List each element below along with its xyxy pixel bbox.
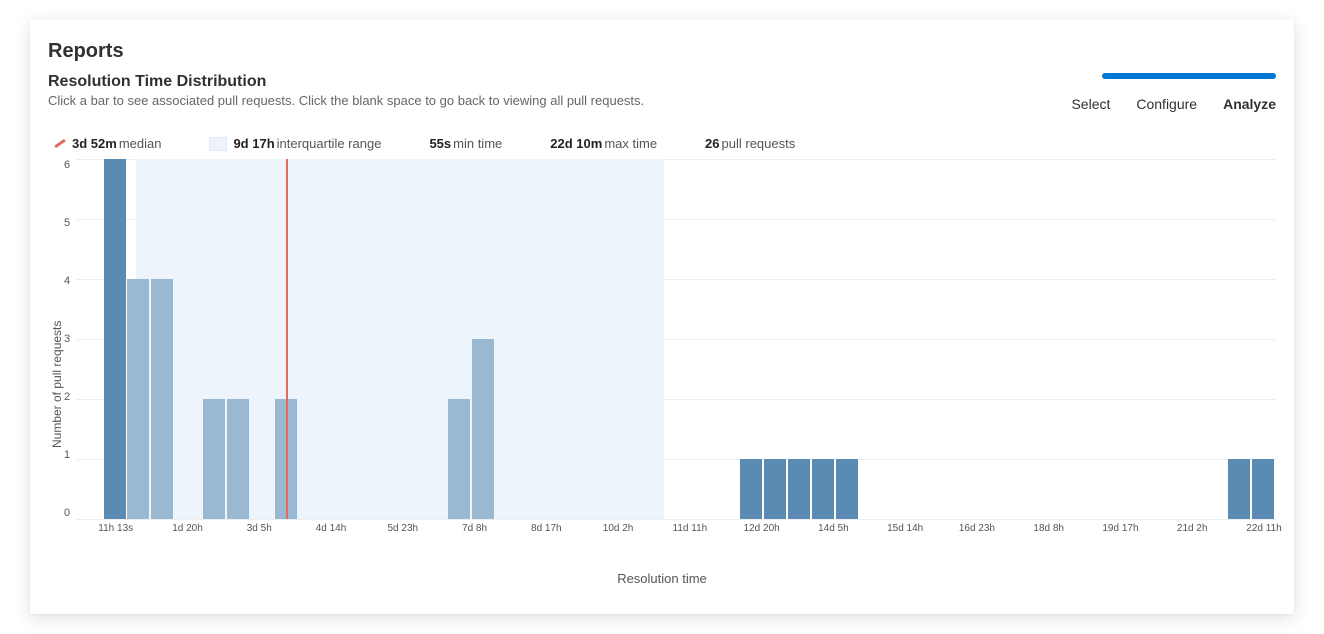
median-line	[286, 159, 288, 519]
stat-median-value: 3d 52m	[72, 136, 117, 151]
chart-bar[interactable]	[1252, 459, 1274, 519]
grid-line	[76, 519, 1276, 520]
y-tick: 4	[64, 275, 70, 287]
chart-bar[interactable]	[740, 459, 762, 519]
y-tick: 3	[64, 333, 70, 345]
x-tick: 21d 2h	[1177, 523, 1208, 534]
stat-max: 22d 10mmax time	[550, 136, 657, 151]
stat-min-value: 55s	[429, 136, 451, 151]
tab-area: Select Configure Analyze	[1071, 73, 1276, 112]
tabs: Select Configure Analyze	[1071, 96, 1276, 112]
x-axis: 11h 13s 1d 20h 3d 5h 4d 14h 5d 23h 7d 8h 8d 17…	[76, 523, 1276, 543]
x-tick: 4d 14h	[316, 523, 347, 534]
stat-max-label: max time	[604, 136, 657, 151]
y-tick: 0	[64, 507, 70, 519]
x-tick: 10d 2h	[603, 523, 634, 534]
x-tick: 5d 23h	[387, 523, 418, 534]
y-tick: 6	[64, 159, 70, 171]
x-tick: 8d 17h	[531, 523, 562, 534]
x-tick: 19d 17h	[1102, 523, 1138, 534]
tab-configure[interactable]: Configure	[1136, 96, 1197, 112]
tab-select[interactable]: Select	[1071, 96, 1110, 112]
progress-bar	[1102, 73, 1276, 79]
x-tick: 18d 8h	[1033, 523, 1064, 534]
x-tick: 1d 20h	[172, 523, 203, 534]
stat-count: 26pull requests	[705, 136, 795, 151]
section-title: Resolution Time Distribution	[48, 73, 644, 91]
stat-count-value: 26	[705, 136, 719, 151]
stat-count-label: pull requests	[722, 136, 796, 151]
page-title: Reports	[48, 40, 1276, 63]
stats-row: 3d 52mmedian 9d 17hinterquartile range 5…	[54, 136, 1276, 151]
chart-bar[interactable]	[764, 459, 786, 519]
x-tick: 12d 20h	[744, 523, 780, 534]
y-tick: 1	[64, 449, 70, 461]
y-axis-label: Number of pull requests	[48, 159, 64, 569]
x-tick: 3d 5h	[247, 523, 272, 534]
plot-inner	[76, 159, 1276, 519]
median-swatch-icon	[54, 139, 66, 148]
chart-bar[interactable]	[788, 459, 810, 519]
header-row: Resolution Time Distribution Click a bar…	[48, 73, 1276, 112]
chart-bar[interactable]	[104, 159, 126, 519]
x-tick: 11h 13s	[98, 523, 133, 534]
chart-bar[interactable]	[448, 399, 470, 519]
chart-bar[interactable]	[812, 459, 834, 519]
y-axis: 6 5 4 3 2 1 0	[64, 159, 76, 547]
x-axis-label: Resolution time	[48, 571, 1276, 586]
report-card: Reports Resolution Time Distribution Cli…	[30, 20, 1294, 614]
iqr-swatch-icon	[209, 137, 227, 151]
chart-bar[interactable]	[227, 399, 249, 519]
x-tick: 22d 11h	[1246, 523, 1281, 534]
tab-analyze[interactable]: Analyze	[1223, 96, 1276, 112]
stat-median-label: median	[119, 136, 162, 151]
chart-bar[interactable]	[836, 459, 858, 519]
x-tick: 16d 23h	[959, 523, 995, 534]
stat-iqr-value: 9d 17h	[233, 136, 274, 151]
x-tick: 14d 5h	[818, 523, 849, 534]
chart-bar[interactable]	[472, 339, 494, 519]
chart: Number of pull requests 6543210 11h 13s1…	[48, 159, 1276, 569]
chart-bar[interactable]	[1228, 459, 1250, 519]
chart-bar[interactable]	[203, 399, 225, 519]
chart-bar[interactable]	[151, 279, 173, 519]
stat-median: 3d 52mmedian	[54, 136, 161, 151]
section-desc: Click a bar to see associated pull reque…	[48, 93, 644, 108]
chart-bar[interactable]	[127, 279, 149, 519]
x-tick: 11d 11h	[673, 523, 708, 534]
section-heading: Resolution Time Distribution Click a bar…	[48, 73, 644, 108]
plot-area[interactable]: 11h 13s 1d 20h 3d 5h 4d 14h 5d 23h 7d 8h 8d 17…	[76, 159, 1276, 547]
x-tick: 7d 8h	[462, 523, 487, 534]
stat-max-value: 22d 10m	[550, 136, 602, 151]
y-tick: 2	[64, 391, 70, 403]
stat-min-label: min time	[453, 136, 502, 151]
stat-min: 55smin time	[429, 136, 502, 151]
y-tick: 5	[64, 217, 70, 229]
stat-iqr-label: interquartile range	[277, 136, 382, 151]
stat-iqr: 9d 17hinterquartile range	[209, 136, 381, 151]
x-tick: 15d 14h	[887, 523, 923, 534]
